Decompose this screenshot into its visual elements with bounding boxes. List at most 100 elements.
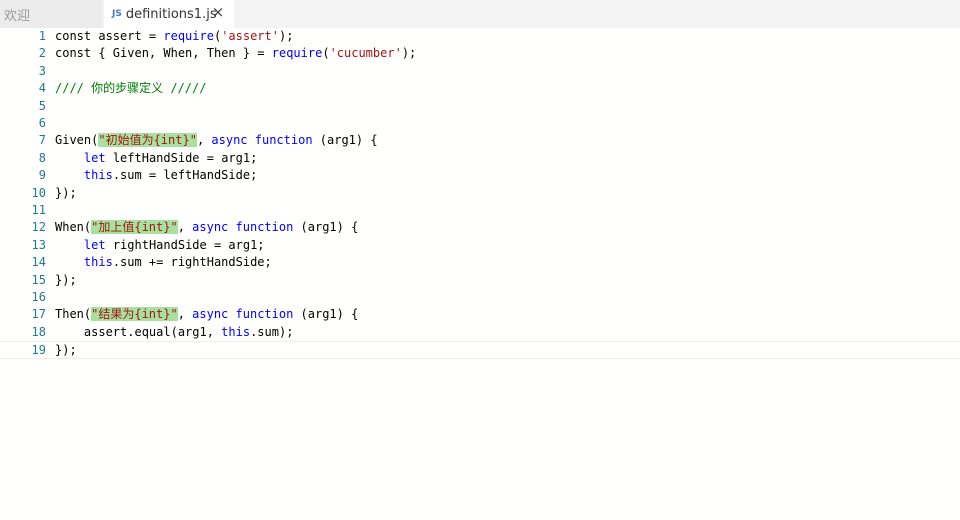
code-token: 'cucumber': [329, 46, 402, 61]
code-token: Then(: [55, 307, 92, 322]
code-line[interactable]: 16: [0, 289, 960, 306]
tab-definitions1-js[interactable]: JS definitions1.js ×: [104, 0, 234, 28]
code-token: (arg1) {: [312, 133, 378, 148]
code-line[interactable]: 7 Given("初始值为{int}", async function (arg1…: [0, 132, 960, 149]
code-text: });: [55, 272, 77, 289]
line-number: 10: [31, 185, 46, 200]
code-token: async: [192, 220, 229, 235]
tab-welcome-label: 欢迎: [4, 8, 31, 24]
code-token: });: [55, 185, 77, 200]
code-token: this: [83, 168, 113, 183]
code-line[interactable]: 1 const assert = require('assert');: [0, 28, 960, 45]
code-token: require: [163, 29, 214, 43]
code-token: function: [254, 133, 313, 148]
code-token: .sum += rightHandSide;: [112, 255, 272, 270]
code-line[interactable]: 11: [0, 202, 960, 219]
code-token: });: [55, 272, 77, 287]
code-token: function: [235, 307, 294, 322]
code-token: Given(: [55, 133, 99, 148]
line-number: 3: [38, 63, 46, 78]
code-text: Then("结果为{int}", async function (arg1) {: [55, 306, 358, 323]
code-token: async: [192, 307, 229, 322]
code-token: "初始值为{int}": [98, 133, 197, 148]
code-line[interactable]: 18 assert.equal(arg1, this.sum);: [0, 324, 960, 341]
code-token: const assert =: [55, 29, 164, 43]
line-number: 5: [38, 98, 46, 113]
line-number: 8: [38, 150, 46, 165]
code-editor[interactable]: 1 const assert = require('assert'); 2 const…: [0, 28, 960, 520]
code-line[interactable]: 2 const { Given, When, Then } = require('…: [0, 45, 960, 62]
code-text: this.sum += rightHandSide;: [55, 254, 272, 271]
line-number: 16: [31, 290, 46, 304]
tab-welcome[interactable]: 欢迎: [0, 0, 102, 28]
line-number: 14: [31, 255, 46, 270]
tab-bar: 欢迎 JS definitions1.js ×: [0, 0, 960, 28]
code-token: });: [55, 343, 77, 358]
code-line[interactable]: 5: [0, 98, 960, 115]
code-text: const { Given, When, Then } = require('c…: [55, 45, 416, 62]
code-text: const assert = require('assert');: [55, 28, 293, 45]
code-token: ,: [177, 220, 193, 235]
code-token: async: [211, 133, 248, 148]
line-number: 15: [31, 272, 46, 287]
code-token: (arg1) {: [293, 220, 359, 235]
line-number: 11: [31, 203, 46, 217]
code-line[interactable]: 13 let rightHandSide = arg1;: [0, 237, 960, 254]
line-number: 13: [31, 237, 46, 252]
code-token: (arg1) {: [293, 307, 359, 322]
code-line[interactable]: 3: [0, 63, 960, 80]
code-token: .sum = leftHandSide;: [112, 168, 258, 183]
code-token: let: [83, 150, 106, 165]
line-number: 17: [31, 307, 46, 322]
close-icon[interactable]: ×: [210, 3, 226, 21]
tab-active-label: definitions1.js: [125, 6, 217, 22]
code-line[interactable]: 12 When("加上值{int}", async function (arg1)…: [0, 219, 960, 236]
code-token: 'assert': [221, 29, 279, 43]
code-token: When(: [55, 220, 92, 235]
code-text: //// 你的步骤定义 /////: [55, 80, 206, 97]
code-text: });: [55, 185, 77, 202]
code-token: this: [221, 324, 251, 339]
code-text: let rightHandSide = arg1;: [55, 237, 265, 254]
code-token: this: [83, 255, 113, 270]
line-number: 19: [31, 343, 46, 358]
line-number: 1: [38, 29, 46, 43]
line-number: 7: [38, 133, 46, 148]
code-line[interactable]: 14 this.sum += rightHandSide;: [0, 254, 960, 271]
code-line[interactable]: 8 let leftHandSide = arg1;: [0, 150, 960, 167]
code-line[interactable]: 15});: [0, 272, 960, 289]
line-number: 18: [31, 324, 46, 339]
line-number: 6: [38, 116, 46, 130]
code-token: assert.equal(arg1,: [55, 324, 222, 339]
line-number: 12: [31, 220, 46, 235]
code-text: assert.equal(arg1, this.sum);: [55, 324, 294, 341]
code-text: Given("初始值为{int}", async function (arg1)…: [55, 132, 378, 149]
line-number: 4: [38, 81, 46, 96]
code-token: require: [271, 46, 323, 61]
javascript-file-icon: JS: [112, 9, 122, 19]
code-line[interactable]: 19});: [0, 341, 960, 359]
code-token: ,: [196, 133, 212, 148]
code-token: const { Given, When, Then } =: [55, 46, 272, 61]
code-token: );: [278, 29, 294, 43]
code-line[interactable]: 17 Then("结果为{int}", async function (arg1)…: [0, 306, 960, 323]
code-token: .sum);: [250, 324, 294, 339]
code-line[interactable]: 6: [0, 115, 960, 132]
code-line[interactable]: 9 this.sum = leftHandSide;: [0, 167, 960, 184]
code-token: "加上值{int}": [91, 220, 178, 235]
code-token: rightHandSide = arg1;: [105, 237, 265, 252]
code-line[interactable]: 4 //// 你的步骤定义 /////: [0, 80, 960, 97]
code-token: "结果为{int}": [91, 307, 178, 322]
line-number: 9: [38, 168, 46, 183]
code-token: ,: [177, 307, 193, 322]
code-token: (: [322, 46, 330, 61]
code-token: let: [83, 237, 106, 252]
code-line[interactable]: 10});: [0, 185, 960, 202]
